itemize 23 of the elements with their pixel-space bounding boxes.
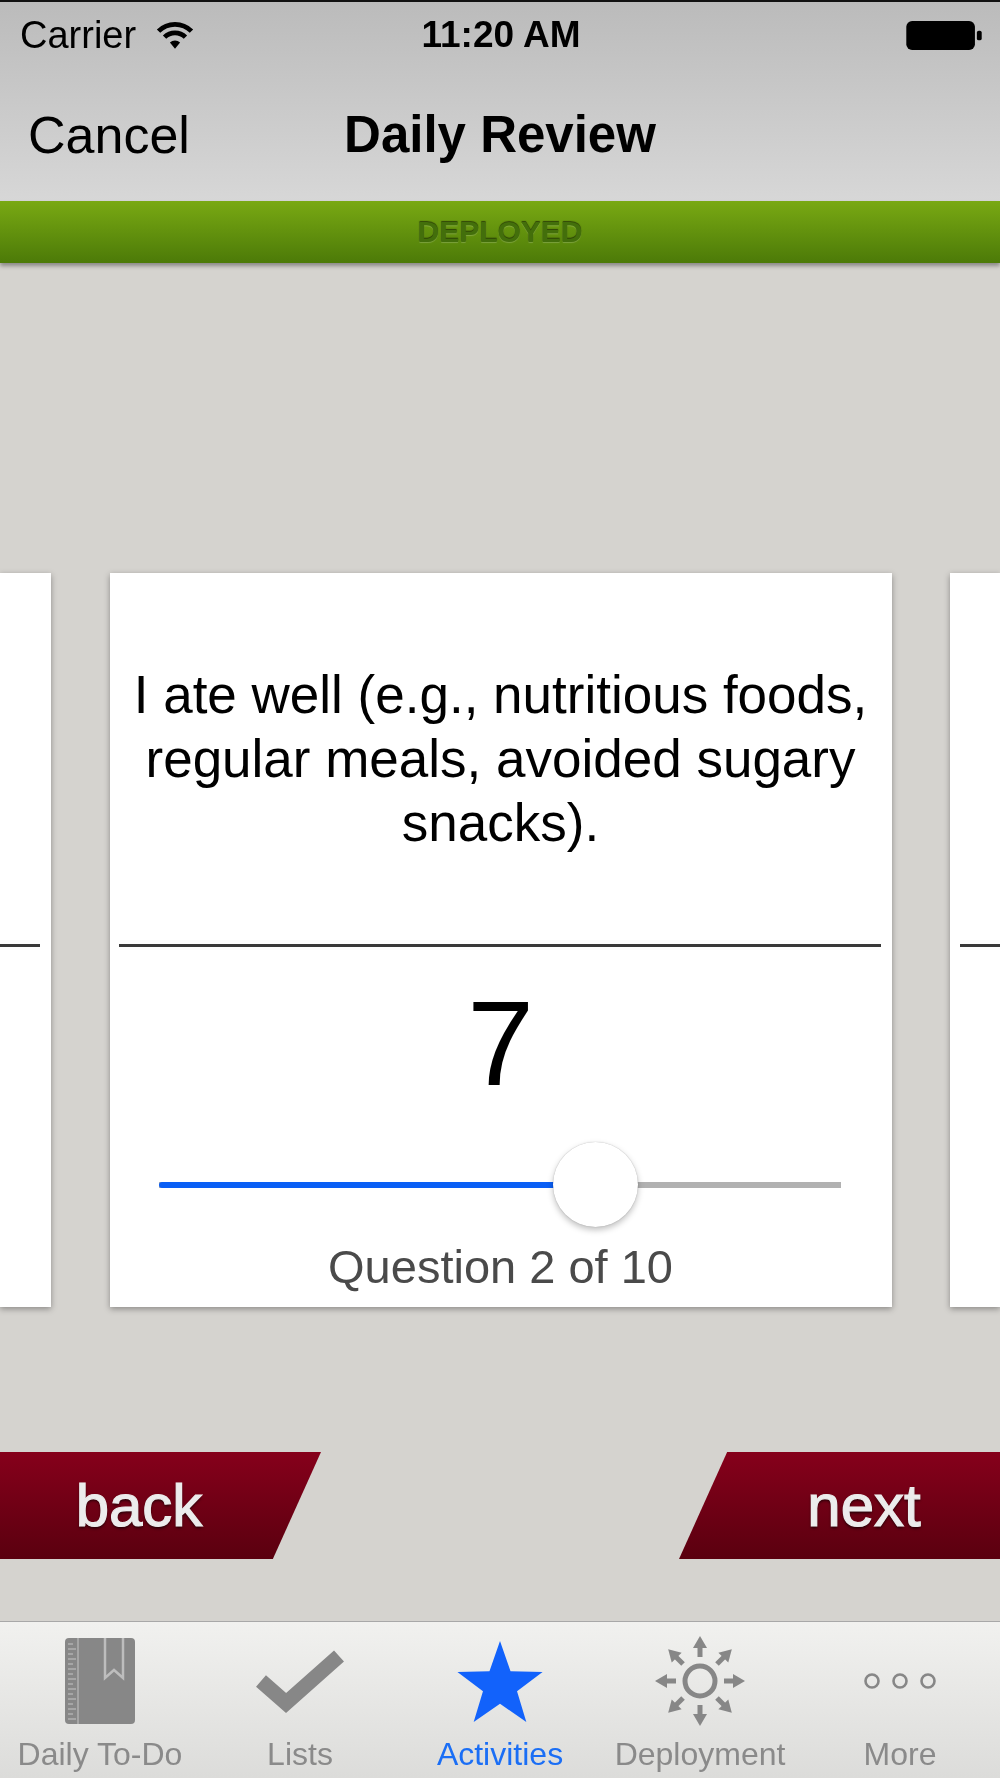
- cancel-button[interactable]: Cancel: [28, 104, 190, 165]
- question-counter: Question 2 of 10: [328, 1242, 673, 1292]
- checkmark-icon: [255, 1648, 345, 1714]
- question-text: I ate well (e.g., nutritious foods, regular meals, avoided sugary snacks).: [132, 663, 869, 854]
- sun-arrows-icon: [653, 1634, 747, 1728]
- next-button[interactable]: next: [679, 1452, 1000, 1559]
- star-icon: [457, 1640, 543, 1722]
- tab-item[interactable]: Lists: [200, 1622, 400, 1778]
- battery-icon: [906, 20, 982, 50]
- status-label: DEPLOYED: [417, 214, 583, 250]
- tab-item[interactable]: Deployment: [600, 1622, 800, 1778]
- tab-item[interactable]: Daily To-Do: [0, 1622, 200, 1778]
- back-button[interactable]: back: [0, 1452, 321, 1559]
- slider-thumb[interactable]: [552, 1142, 638, 1227]
- tab-item[interactable]: More: [800, 1622, 1000, 1778]
- more-icon: [864, 1673, 936, 1689]
- rating-value: 7: [467, 983, 534, 1103]
- tab-item[interactable]: Activities: [400, 1622, 600, 1778]
- status-time: 11:20 AM: [421, 13, 581, 57]
- screen-title: Daily Review: [344, 104, 656, 165]
- wifi-icon: [156, 20, 195, 50]
- book-icon: [65, 1638, 135, 1724]
- carrier-name: Carrier: [20, 13, 137, 57]
